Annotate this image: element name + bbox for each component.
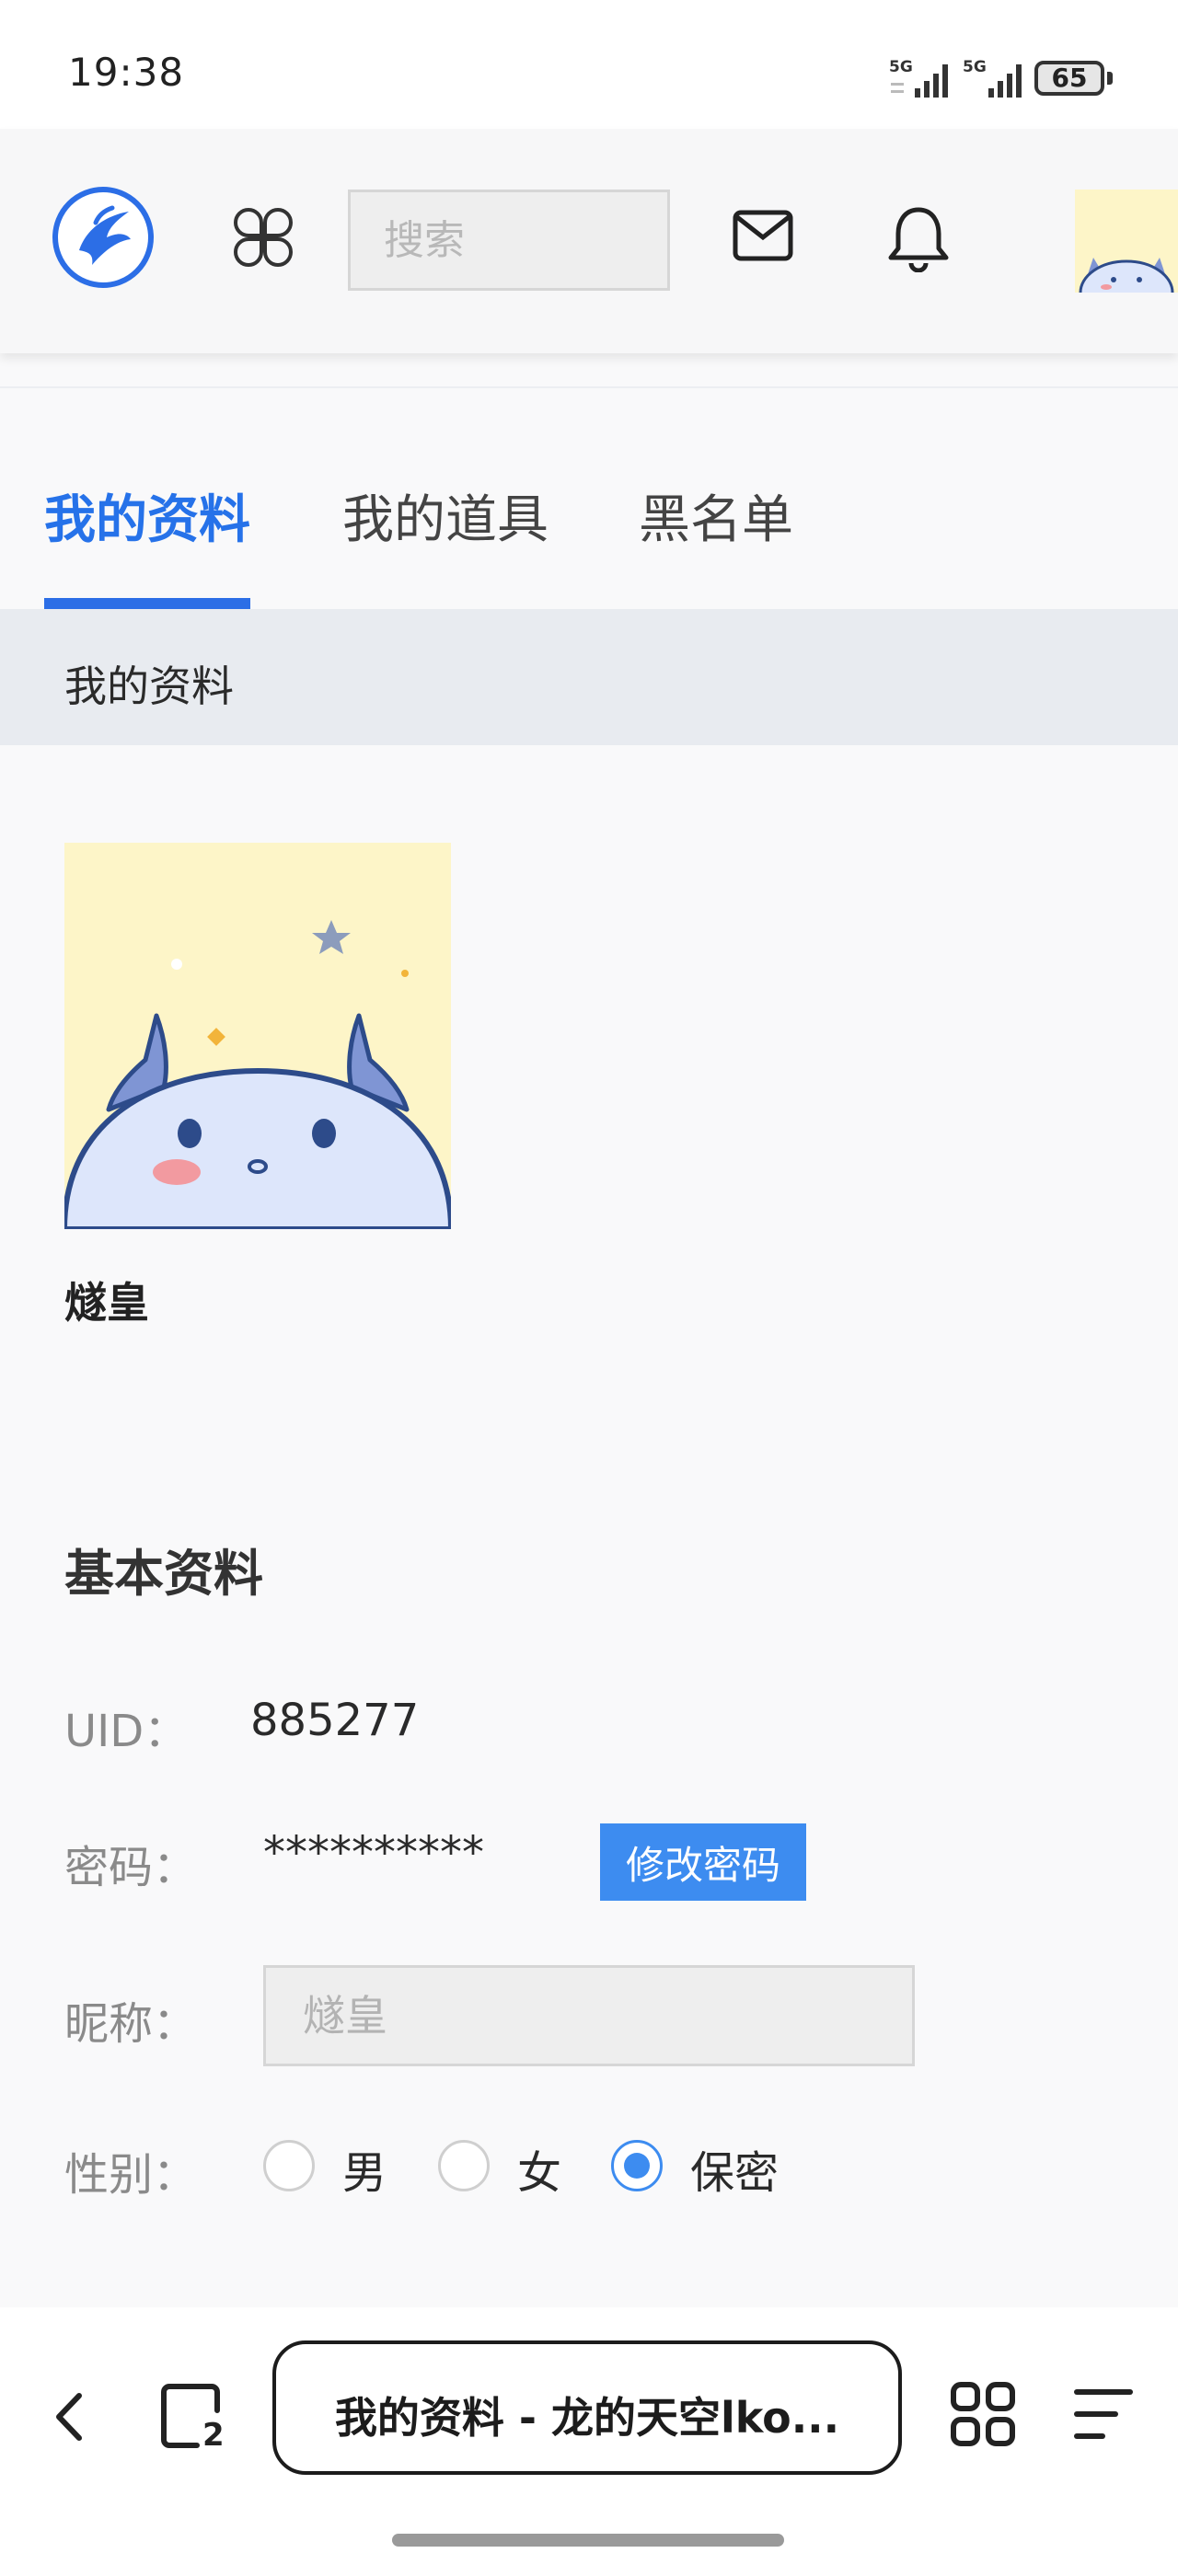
gender-label: 性别：: [64, 2149, 198, 2201]
section-title: 我的资料: [64, 661, 234, 711]
nickname-input[interactable]: [266, 1968, 912, 2064]
browser-toolbar: 2 我的资料 - 龙的天空lko...: [0, 2307, 1178, 2576]
status-bar: 19:38 5G 5G 65: [0, 0, 1178, 129]
svg-text:5G: 5G: [963, 58, 987, 76]
section-header: 我的资料: [0, 609, 1178, 745]
mail-icon[interactable]: [733, 210, 793, 261]
tab-bar: 我的资料 我的道具 黑名单: [0, 386, 1178, 611]
profile-name: 燧皇: [64, 1278, 149, 1328]
battery-tip: [1107, 72, 1113, 85]
uid-value: 885277: [250, 1695, 420, 1746]
gender-radio-secret[interactable]: [611, 2140, 663, 2191]
battery-indicator: 65: [1034, 61, 1104, 96]
search-box[interactable]: [348, 190, 670, 291]
grid-icon[interactable]: [950, 2381, 1016, 2447]
gender-option-female[interactable]: 女: [517, 2136, 561, 2201]
tabs-count-icon[interactable]: 2: [160, 2383, 226, 2449]
gender-option-secret[interactable]: 保密: [690, 2136, 779, 2201]
bell-icon[interactable]: [887, 204, 950, 272]
uid-label: UID：: [64, 1706, 189, 1757]
profile-avatar[interactable]: [64, 843, 451, 1229]
gender-radio-male[interactable]: [263, 2140, 315, 2191]
gender-radio-female[interactable]: [438, 2140, 490, 2191]
tab-blacklist[interactable]: 黑名单: [639, 478, 793, 553]
basic-info-title: 基本资料: [64, 1545, 263, 1603]
signal-5g-icon-2: 5G: [963, 58, 1022, 98]
nickname-field[interactable]: [263, 1965, 915, 2066]
tab-my-profile[interactable]: 我的资料: [44, 478, 250, 553]
page-title: 我的资料 - 龙的天空lko...: [334, 2393, 840, 2443]
search-input[interactable]: [351, 192, 667, 288]
password-value: **********: [263, 1827, 484, 1879]
change-password-button[interactable]: 修改密码: [600, 1823, 806, 1901]
user-avatar[interactable]: [1075, 190, 1178, 293]
signal-5g-icon: 5G: [889, 58, 948, 98]
tab-my-items[interactable]: 我的道具: [342, 478, 549, 553]
menu-icon[interactable]: [1071, 2385, 1136, 2444]
home-indicator[interactable]: [392, 2534, 784, 2547]
status-time: 19:38: [68, 50, 185, 95]
nickname-label: 昵称：: [64, 1998, 198, 2050]
gender-option-male[interactable]: 男: [342, 2136, 387, 2201]
site-header: [0, 129, 1178, 353]
svg-text:2: 2: [202, 2417, 225, 2449]
password-label: 密码：: [64, 1842, 198, 1893]
address-bar[interactable]: 我的资料 - 龙的天空lko...: [272, 2340, 902, 2475]
back-icon[interactable]: [48, 2385, 92, 2449]
site-logo-icon[interactable]: [52, 186, 155, 289]
apps-icon[interactable]: [232, 206, 294, 269]
svg-text:5G: 5G: [889, 58, 913, 76]
